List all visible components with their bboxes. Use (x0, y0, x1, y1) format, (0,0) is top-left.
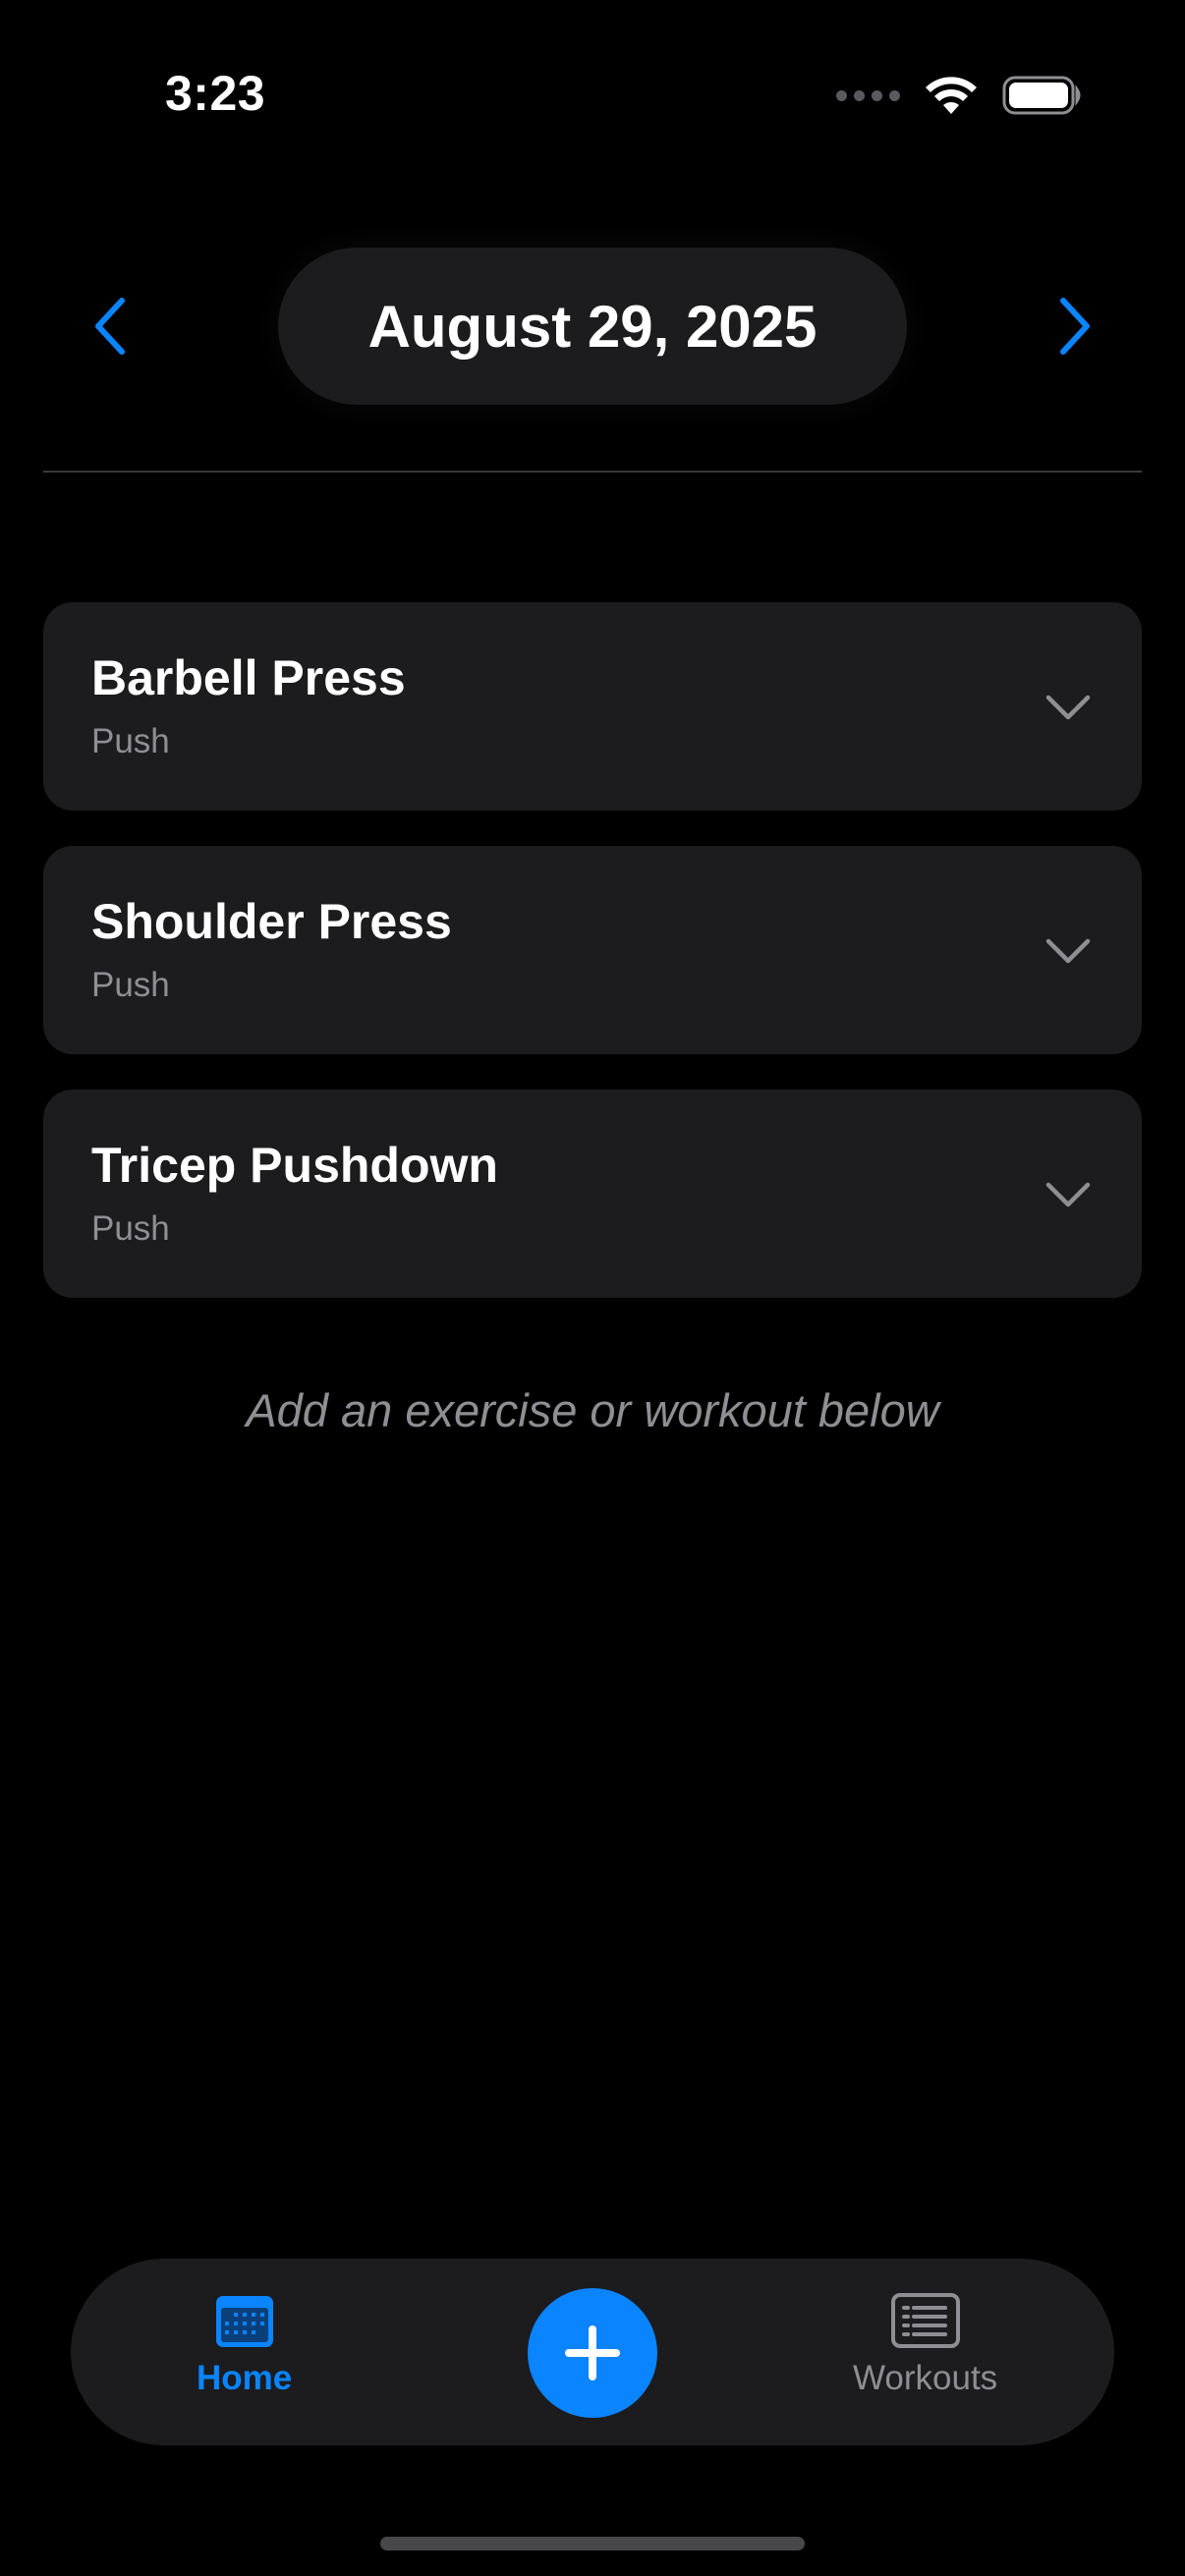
previous-day-button[interactable] (81, 291, 140, 362)
empty-hint-text: Add an exercise or workout below (246, 1384, 939, 1436)
chevron-left-icon (95, 298, 125, 355)
tab-workouts-label: Workouts (853, 2359, 998, 2397)
tab-home-label: Home (197, 2359, 293, 2397)
status-time: 3:23 (165, 66, 266, 121)
chevron-down-icon (1045, 1182, 1091, 1207)
date-selector[interactable]: August 29, 2025 (278, 248, 907, 405)
tab-workouts[interactable]: Workouts (853, 2292, 997, 2398)
exercise-category: Push (91, 966, 170, 1004)
exercise-name: Barbell Press (91, 650, 406, 705)
next-day-button[interactable] (1045, 291, 1104, 362)
exercise-card[interactable]: Tricep Pushdown Push (43, 1090, 1142, 1298)
expand-button[interactable] (1044, 926, 1093, 976)
plus-icon (565, 2325, 620, 2380)
status-icons (836, 71, 1083, 120)
add-button[interactable] (528, 2288, 657, 2418)
chevron-right-icon (1060, 298, 1090, 355)
exercise-category: Push (91, 722, 170, 760)
chevron-down-icon (1045, 695, 1091, 720)
header-divider (43, 471, 1142, 473)
home-indicator[interactable] (380, 2537, 805, 2550)
calendar-icon (215, 2296, 273, 2347)
expand-button[interactable] (1044, 1170, 1093, 1219)
tab-home[interactable]: Home (197, 2292, 292, 2398)
list-icon (890, 2293, 960, 2348)
exercise-card[interactable]: Barbell Press Push (43, 602, 1142, 811)
expand-button[interactable] (1044, 683, 1093, 732)
exercise-card[interactable]: Shoulder Press Push (43, 846, 1142, 1054)
exercise-name: Shoulder Press (91, 894, 452, 949)
battery-icon (1002, 76, 1081, 115)
screen: 3:23 August 29, 2025 Barbell Press Push (0, 0, 1185, 2576)
chevron-down-icon (1045, 938, 1091, 964)
wifi-icon (926, 77, 977, 114)
exercise-name: Tricep Pushdown (91, 1138, 498, 1193)
exercise-category: Push (91, 1209, 170, 1248)
cellular-signal-icon (836, 89, 900, 101)
tab-bar: Home Workouts (71, 2259, 1114, 2445)
